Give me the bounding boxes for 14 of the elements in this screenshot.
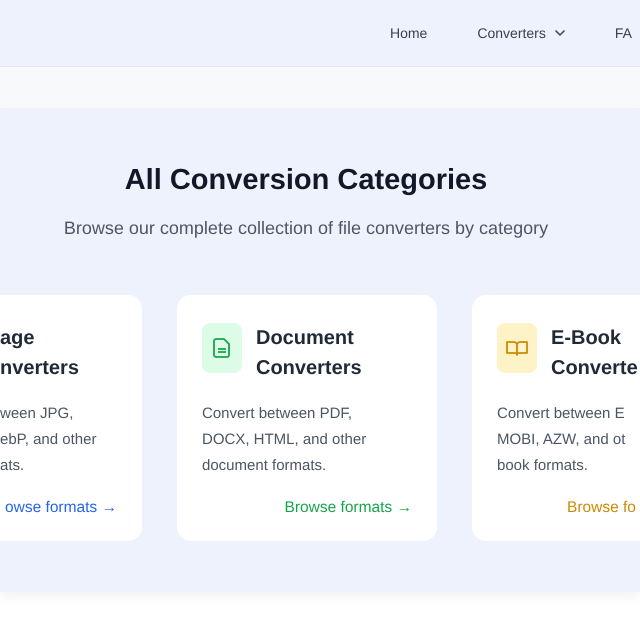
nav-link[interactable]: Converters bbox=[477, 25, 565, 41]
nav-link[interactable]: Home bbox=[390, 25, 428, 41]
book-icon bbox=[506, 340, 528, 356]
document-icon bbox=[213, 338, 231, 358]
section-title: All Conversion Categories bbox=[124, 163, 488, 198]
section-subtitle: Browse our complete collection of file converters by category bbox=[62, 217, 550, 240]
card-description: Convert between PDF, DOCX, HTML, and other document formats. bbox=[202, 404, 368, 476]
card-title: E-Book Converte bbox=[551, 326, 638, 381]
card-title: age nverters bbox=[0, 326, 79, 381]
card-description: ween JPG, ebP, and other ats. bbox=[0, 404, 98, 476]
browse-formats-link[interactable]: owse formats → bbox=[5, 499, 117, 517]
card-title: Document Converters bbox=[256, 326, 362, 381]
nav-link[interactable]: FA bbox=[614, 25, 632, 41]
card-description: Convert between E MOBI, AZW, and ot book formats. bbox=[497, 404, 626, 476]
